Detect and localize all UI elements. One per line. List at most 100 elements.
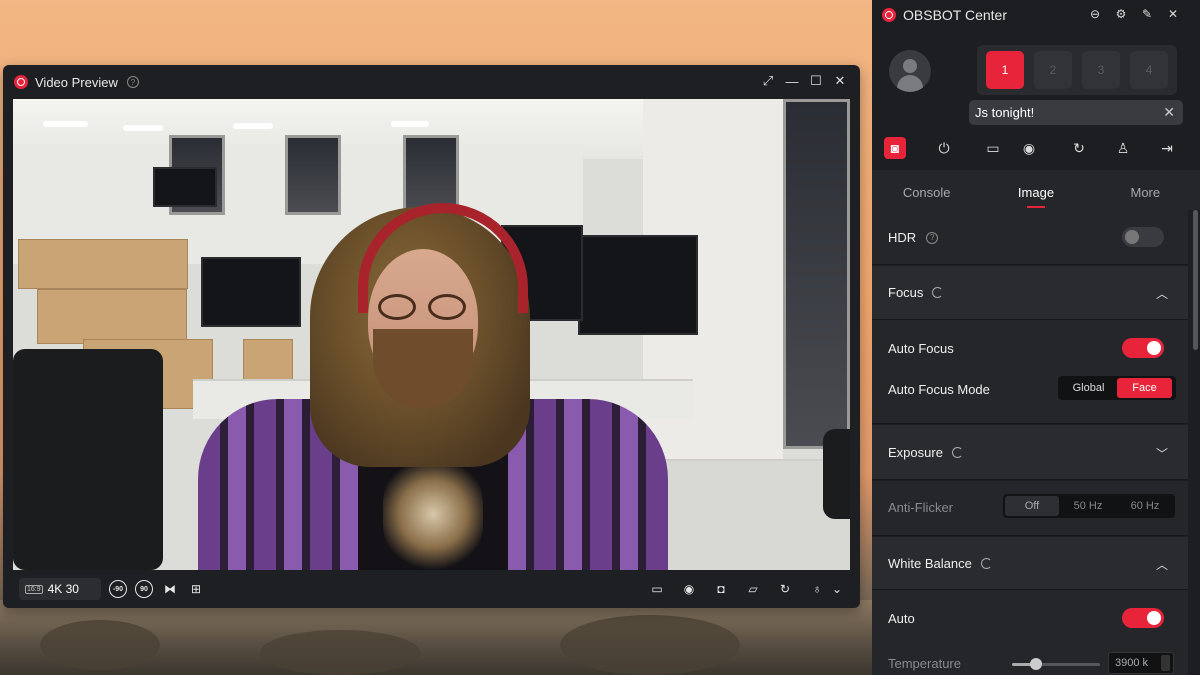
snapshot-camera-icon[interactable]: ◘ <box>712 580 730 598</box>
aspect-ratio-badge: 16:9 <box>25 584 43 594</box>
anti-flicker-50hz[interactable]: 50 Hz <box>1059 496 1117 516</box>
temperature-input[interactable]: 3900 k <box>1108 652 1174 674</box>
toast-text: Js tonight! <box>975 105 1035 120</box>
tshirt-print <box>383 459 483 569</box>
focus-row: Focus <box>888 285 944 300</box>
resolution-selector[interactable]: 16:9 4K 30 <box>19 578 101 600</box>
focus-label: Focus <box>888 285 924 300</box>
anti-flicker-segmented: Off 50 Hz 60 Hz <box>1003 494 1175 518</box>
webcam-icon[interactable]: ◉ <box>680 580 698 598</box>
auto-focus-toggle[interactable] <box>1122 338 1164 358</box>
chevron-down-icon[interactable]: ⌄ <box>832 580 842 598</box>
obsbot-logo-icon <box>14 75 28 89</box>
cardboard-box <box>37 289 187 344</box>
preset-button-2[interactable]: 2 <box>1034 51 1072 89</box>
close-button[interactable]: ✕ <box>832 73 848 89</box>
monitor <box>201 257 301 327</box>
webcam-icon[interactable]: ◉ <box>1018 137 1040 159</box>
temperature-slider[interactable] <box>1012 658 1100 670</box>
power-icon[interactable]: ⏻ <box>933 137 955 159</box>
refresh-icon[interactable]: ↻ <box>776 580 794 598</box>
preset-selector: 1 2 3 4 <box>977 45 1177 95</box>
grid-icon[interactable]: ⊞ <box>187 580 205 598</box>
hdr-section: HDR ? <box>872 210 1188 265</box>
wallpaper-bush <box>40 620 160 670</box>
toast-close-icon[interactable]: ✕ <box>1163 104 1175 121</box>
monitor <box>578 235 698 335</box>
rotate-right-icon[interactable]: 90 <box>135 580 153 598</box>
hdr-toggle[interactable] <box>1122 227 1164 247</box>
record-video-icon[interactable]: ▭ <box>982 137 1004 159</box>
settings-gear-icon[interactable]: ⚙ <box>1114 6 1128 22</box>
window-title: Video Preview <box>35 74 118 90</box>
hdr-label: HDR <box>888 230 917 245</box>
focus-mode-global[interactable]: Global <box>1060 378 1117 398</box>
office-chair <box>823 429 850 519</box>
focus-mode-face[interactable]: Face <box>1117 378 1172 398</box>
auto-focus-mode-label: Auto Focus Mode <box>888 382 990 397</box>
office-chair <box>13 349 163 570</box>
minimize-button[interactable]: — <box>784 73 800 89</box>
notification-toast: Js tonight! ✕ <box>969 100 1183 125</box>
chevron-up-icon[interactable]: ︿ <box>1156 556 1168 573</box>
rotate-left-icon[interactable]: -90 <box>109 580 127 598</box>
minimize-circle-icon[interactable]: ⊖ <box>1088 6 1102 22</box>
ceiling-light <box>391 121 429 127</box>
auto-focus-mode-segmented: Global Face <box>1058 376 1176 400</box>
white-balance-header[interactable]: White Balance ︿ <box>872 537 1188 590</box>
tracking-icon[interactable]: ♙ <box>1112 137 1134 159</box>
folder-icon[interactable]: ▱ <box>744 580 762 598</box>
tab-console[interactable]: Console <box>872 170 981 210</box>
temperature-slider-knob[interactable] <box>1029 658 1042 670</box>
focus-header[interactable]: Focus ︿ <box>872 266 1188 320</box>
preset-button-3[interactable]: 3 <box>1082 51 1120 89</box>
record-video-icon[interactable]: ▭ <box>648 580 666 598</box>
panel-scrollbar[interactable] <box>1193 210 1198 350</box>
camera-mode-icon[interactable]: ◙ <box>884 137 906 159</box>
reset-gimbal-icon[interactable]: ↻ <box>1068 137 1090 159</box>
temperature-stepper[interactable] <box>1161 655 1170 671</box>
focus-body: Auto Focus Auto Focus Mode Global Face <box>872 320 1188 424</box>
white-balance-auto-toggle[interactable] <box>1122 608 1164 628</box>
mirror-icon[interactable]: ⧓ <box>161 580 179 598</box>
mode-toolbar: ◙ ⏻ ▭ ◉ ↻ ♙ ⇥ <box>872 133 1200 163</box>
preset-button-1[interactable]: 1 <box>986 51 1024 89</box>
microphone-icon[interactable]: ♁ <box>808 580 826 598</box>
wallpaper-bush <box>560 615 740 675</box>
help-icon[interactable]: ? <box>126 76 139 88</box>
exposure-header[interactable]: Exposure ﹀ <box>872 425 1188 480</box>
chevron-down-icon[interactable]: ﹀ <box>1156 445 1168 462</box>
video-preview-window: Video Preview ? ⤢ — ☐ ✕ 16:9 4K 30 -90 9… <box>3 65 860 608</box>
panel-title: OBSBOT Center <box>903 7 1008 23</box>
tab-image[interactable]: Image <box>981 170 1090 210</box>
video-preview-titlebar[interactable]: Video Preview ? ⤢ — ☐ ✕ <box>3 65 860 99</box>
white-balance-row: White Balance <box>888 556 992 571</box>
tab-more[interactable]: More <box>1091 170 1200 210</box>
obsbot-logo-icon <box>882 8 896 22</box>
close-button[interactable]: ✕ <box>1166 6 1180 22</box>
collapse-panel-icon[interactable]: ⇥ <box>1156 137 1178 159</box>
cardboard-box <box>243 339 293 384</box>
exposure-label: Exposure <box>888 445 943 460</box>
anti-flicker-60hz[interactable]: 60 Hz <box>1117 496 1173 516</box>
office-window <box>285 135 341 215</box>
expand-icon[interactable]: ⤢ <box>760 73 776 89</box>
obsbot-center-panel: OBSBOT Center ⊖ ⚙ ✎ ✕ 1 2 3 4 Js tonight… <box>872 0 1200 675</box>
camera-feed[interactable] <box>13 99 850 570</box>
anti-flicker-off[interactable]: Off <box>1005 496 1059 516</box>
ceiling-light <box>233 123 273 129</box>
pin-icon[interactable]: ✎ <box>1140 6 1154 22</box>
hdr-help-icon[interactable]: ? <box>926 231 939 244</box>
white-balance-auto-label: Auto <box>888 611 915 626</box>
maximize-button[interactable]: ☐ <box>808 73 824 89</box>
user-avatar[interactable] <box>889 50 931 92</box>
chevron-up-icon[interactable]: ︿ <box>1156 285 1168 302</box>
exposure-row: Exposure <box>888 445 963 460</box>
focus-reset-icon[interactable] <box>932 287 944 298</box>
cardboard-box <box>18 239 188 289</box>
settings-tabs: Console Image More <box>872 170 1200 210</box>
white-balance-reset-icon[interactable] <box>980 558 992 569</box>
exposure-reset-icon[interactable] <box>951 447 963 458</box>
preset-button-4[interactable]: 4 <box>1130 51 1168 89</box>
preview-toolbar: 16:9 4K 30 -90 90 ⧓ ⊞ ▭ ◉ ◘ ▱ ↻ ♁ ⌄ <box>3 570 860 608</box>
